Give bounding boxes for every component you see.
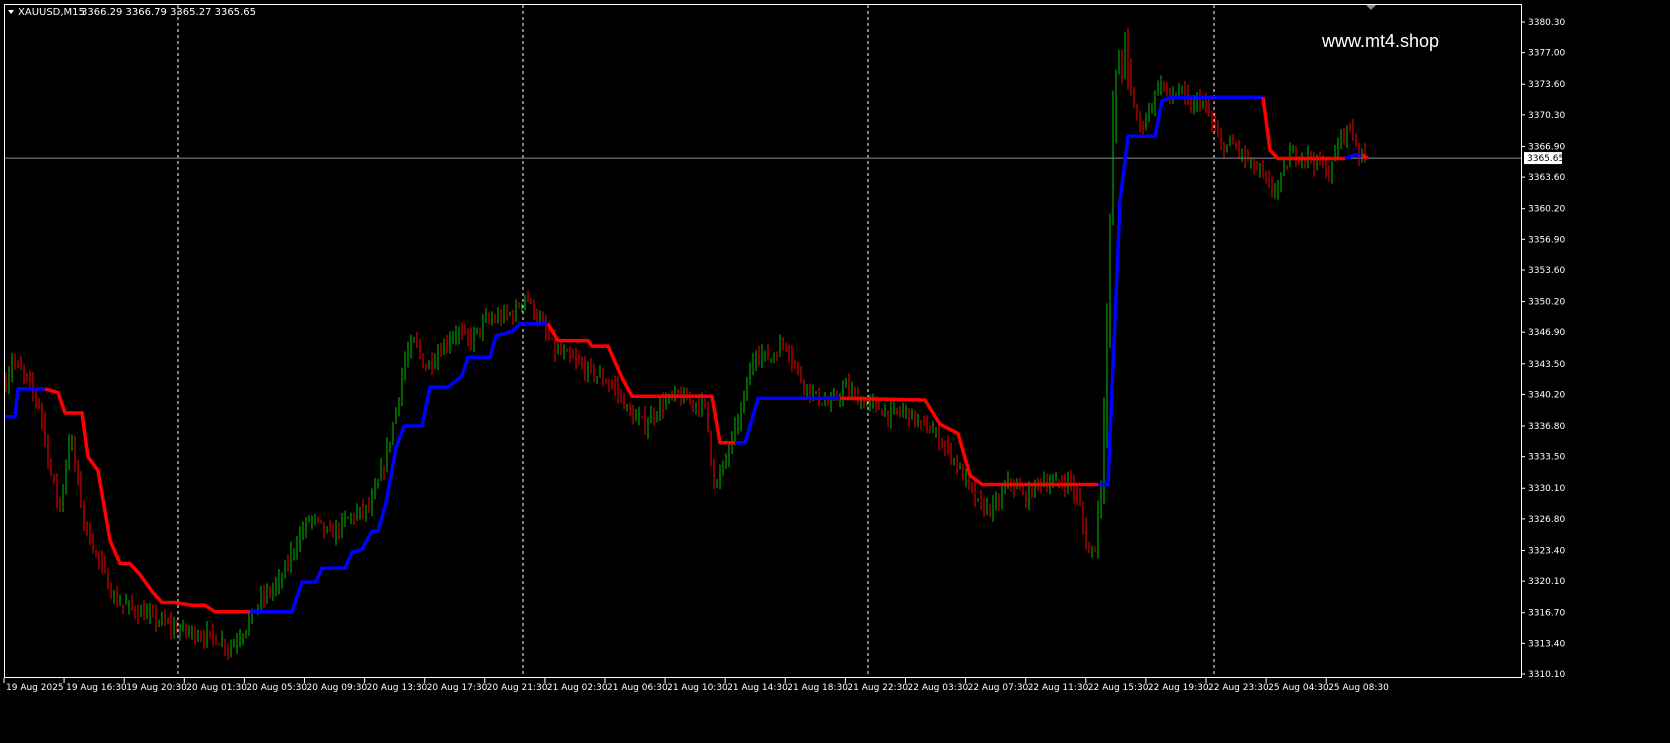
- y-tick-label: 3343.50: [1528, 360, 1565, 370]
- y-tick-label: 3316.70: [1528, 609, 1565, 619]
- y-tick-label: 3310.10: [1528, 670, 1565, 680]
- y-tick-label: 3377.00: [1528, 49, 1565, 59]
- price-chart[interactable]: 3380.30 3377.00 3373.60 3370.30 3366.90 3363.…: [0, 0, 1670, 743]
- x-tick-label: 19 Aug 16:30: [66, 683, 127, 693]
- y-tick-label: 3363.60: [1528, 173, 1565, 183]
- x-tick-label: 21 Aug 22:30: [847, 683, 908, 693]
- y-tick-label: 3353.60: [1528, 266, 1565, 276]
- x-tick-label: 22 Aug 19:30: [1148, 683, 1209, 693]
- y-tick-label: 3320.10: [1528, 577, 1565, 587]
- x-tick-label: 22 Aug 03:30: [908, 683, 969, 693]
- y-tick-label: 3356.90: [1528, 235, 1565, 245]
- y-tick-label: 3326.80: [1528, 515, 1565, 525]
- symbol-label: XAUUSD,M15: [18, 7, 85, 18]
- x-tick-label: 22 Aug 23:30: [1208, 683, 1269, 693]
- x-tick-label: 19 Aug 2025: [6, 683, 64, 693]
- x-tick-label: 22 Aug 07:30: [968, 683, 1029, 693]
- x-tick-label: 21 Aug 06:30: [607, 683, 668, 693]
- chart-window[interactable]: 3380.30 3377.00 3373.60 3370.30 3366.90 3363.…: [0, 0, 1670, 743]
- x-tick-label: 20 Aug 05:30: [246, 683, 307, 693]
- y-tick-label: 3370.30: [1528, 111, 1565, 121]
- y-tick-label: 3336.80: [1528, 422, 1565, 432]
- x-tick-label: 22 Aug 15:30: [1088, 683, 1149, 693]
- x-tick-label: 21 Aug 14:30: [727, 683, 788, 693]
- x-tick-label: 21 Aug 18:30: [787, 683, 848, 693]
- y-tick-label: 3313.40: [1528, 639, 1565, 649]
- x-tick-label: 22 Aug 11:30: [1028, 683, 1089, 693]
- y-tick-label: 3330.10: [1528, 484, 1565, 494]
- watermark: www.mt4.shop: [1321, 31, 1439, 51]
- y-tick-label: 3373.60: [1528, 80, 1565, 90]
- y-tick-label: 3323.40: [1528, 546, 1565, 556]
- ohlc-values: 3366.29 3366.79 3365.27 3365.65: [81, 7, 256, 18]
- y-tick-label: 3333.50: [1528, 453, 1565, 463]
- y-tick-label: 3360.20: [1528, 205, 1565, 215]
- y-tick-label: 3380.30: [1528, 18, 1565, 28]
- x-tick-label: 20 Aug 17:30: [427, 683, 488, 693]
- y-tick-label: 3366.90: [1528, 142, 1565, 152]
- x-tick-label: 21 Aug 02:30: [547, 683, 608, 693]
- x-tick-label: 20 Aug 09:30: [307, 683, 368, 693]
- x-tick-label: 20 Aug 01:30: [186, 683, 247, 693]
- x-tick-label: 21 Aug 10:30: [667, 683, 728, 693]
- x-tick-label: 20 Aug 21:30: [487, 683, 548, 693]
- y-tick-label: 3346.90: [1528, 328, 1565, 338]
- x-tick-label: 25 Aug 04:30: [1268, 683, 1329, 693]
- current-price-label: 3365.65: [1527, 154, 1564, 164]
- y-tick-label: 3340.20: [1528, 390, 1565, 400]
- x-tick-label: 19 Aug 20:30: [126, 683, 187, 693]
- y-tick-label: 3350.20: [1528, 298, 1565, 308]
- x-tick-label: 20 Aug 13:30: [367, 683, 428, 693]
- x-tick-label: 25 Aug 08:30: [1328, 683, 1389, 693]
